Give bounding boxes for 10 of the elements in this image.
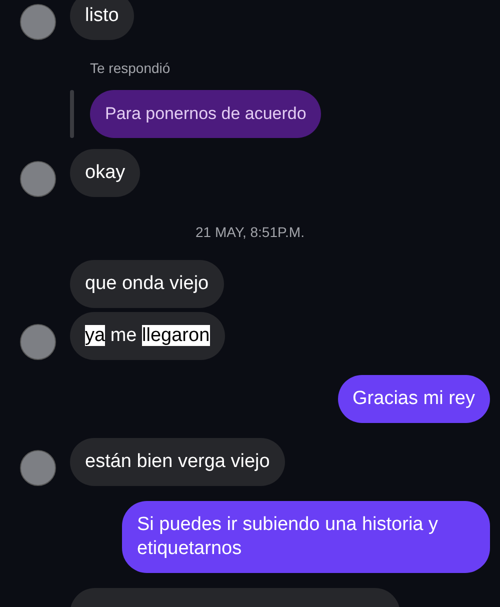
message-bubble: Si puedes ir subiendo una historia y etiquetarnos — [122, 501, 490, 573]
message-bubble: okay — [70, 149, 140, 197]
message-bubble: ya me llegaron — [70, 312, 225, 360]
quoted-message: Para ponernos de acuerdo — [90, 90, 322, 138]
reply-label: Te respondió — [89, 60, 172, 76]
message-bubble: están bien verga viejo — [70, 438, 285, 486]
timestamp: 21 MAY, 8:51P.M. — [194, 224, 306, 240]
message-bubble: Gracias mi rey — [338, 375, 490, 423]
message-bubble: que onda viejo — [70, 260, 224, 308]
message-bubble: listo — [70, 0, 134, 40]
